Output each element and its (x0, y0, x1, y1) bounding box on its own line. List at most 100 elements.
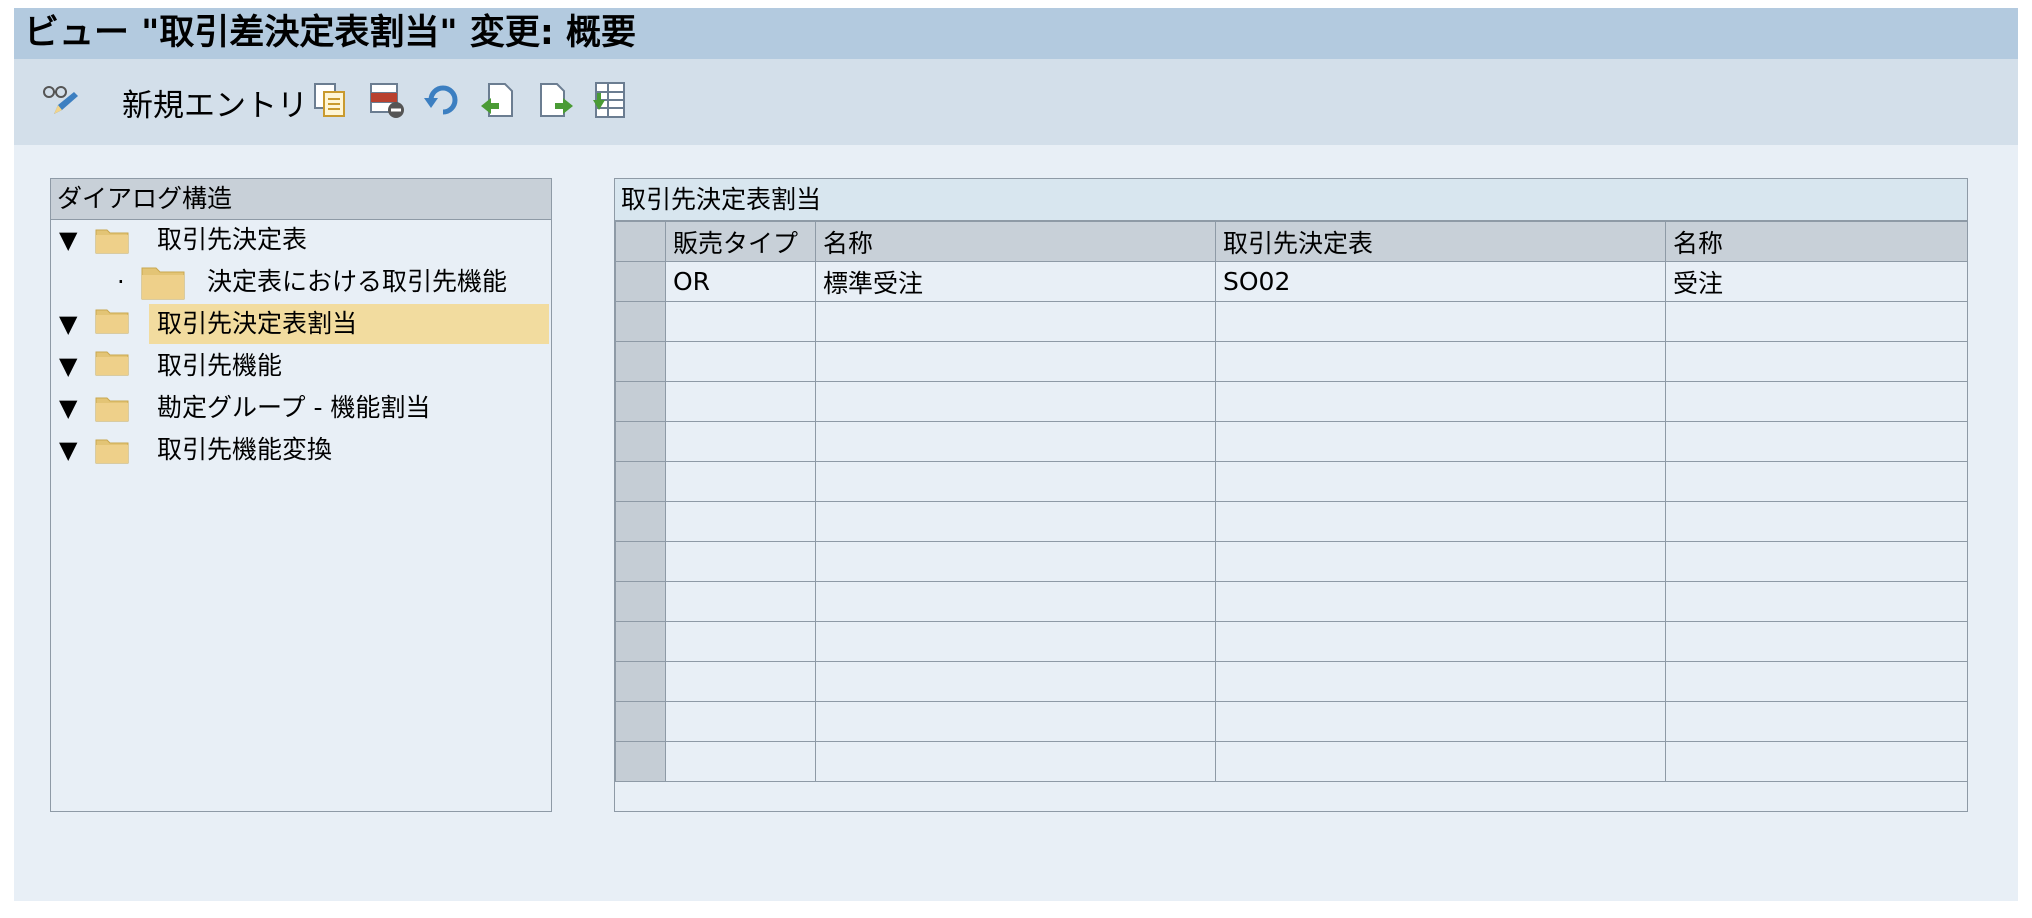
table-cell[interactable] (665, 661, 816, 702)
column-header[interactable]: 名称 (815, 221, 1216, 262)
table-row[interactable]: OR 標準受注 SO02 受注 (615, 261, 1968, 302)
row-selector[interactable] (615, 261, 666, 302)
table-cell[interactable] (1665, 701, 1968, 742)
table-cell[interactable] (1665, 541, 1968, 582)
table-cell[interactable] (1665, 581, 1968, 622)
tree-node[interactable]: ▼ 取引先機能変換 (51, 430, 551, 470)
row-selector[interactable] (615, 501, 666, 542)
tree-node[interactable]: · 決定表における取引先機能 (51, 262, 551, 302)
next-entry-icon[interactable] (534, 79, 576, 121)
table-row[interactable] (615, 621, 1968, 662)
table-cell[interactable] (1665, 301, 1968, 342)
table-cell[interactable] (665, 381, 816, 422)
table-row[interactable] (615, 701, 1968, 742)
tree-node-label[interactable]: 決定表における取引先機能 (199, 262, 519, 302)
table-cell[interactable] (1215, 501, 1666, 542)
table-cell[interactable] (665, 341, 816, 382)
row-selector[interactable] (615, 741, 666, 782)
table-row[interactable] (615, 301, 1968, 342)
table-cell[interactable] (1215, 621, 1666, 662)
row-selector[interactable] (615, 701, 666, 742)
table-cell[interactable] (815, 461, 1216, 502)
table-cell[interactable] (1665, 341, 1968, 382)
column-header[interactable]: 名称 (1665, 221, 1968, 262)
select-block-icon[interactable] (590, 79, 632, 121)
row-selector[interactable] (615, 341, 666, 382)
column-header[interactable]: 取引先決定表 (1215, 221, 1666, 262)
tree-node-label[interactable]: 勘定グループ - 機能割当 (149, 388, 442, 428)
table-cell[interactable] (815, 741, 1216, 782)
expand-arrow-icon[interactable]: ▼ (59, 392, 77, 424)
table-cell[interactable] (1215, 341, 1666, 382)
table-row[interactable] (615, 541, 1968, 582)
table-row[interactable] (615, 661, 1968, 702)
table-cell[interactable] (815, 701, 1216, 742)
table-cell[interactable] (1215, 581, 1666, 622)
table-row[interactable] (615, 461, 1968, 502)
table-cell[interactable] (1665, 741, 1968, 782)
display-change-icon[interactable] (40, 79, 80, 121)
tree-node-label[interactable]: 取引先機能 (149, 346, 294, 386)
table-cell[interactable] (815, 661, 1216, 702)
row-selector[interactable] (615, 301, 666, 342)
table-cell[interactable] (815, 621, 1216, 662)
table-cell[interactable] (665, 621, 816, 662)
table-cell[interactable] (1665, 421, 1968, 462)
tree-node-label[interactable]: 取引先決定表割当 (149, 304, 549, 344)
table-cell[interactable] (665, 421, 816, 462)
table-cell[interactable] (1215, 661, 1666, 702)
table-cell[interactable] (1665, 661, 1968, 702)
tree-node[interactable]: ▼ 取引先機能 (51, 346, 551, 386)
tree-node-label[interactable]: 取引先機能変換 (149, 430, 344, 470)
table-cell[interactable] (1215, 541, 1666, 582)
row-selector[interactable] (615, 541, 666, 582)
table-cell[interactable] (815, 501, 1216, 542)
table-cell[interactable] (815, 381, 1216, 422)
table-cell[interactable] (815, 541, 1216, 582)
row-selector[interactable] (615, 381, 666, 422)
table-row[interactable] (615, 421, 1968, 462)
tree-node[interactable]: ▼ 取引先決定表 (51, 220, 551, 260)
new-entries-button[interactable]: 新規エントリ (122, 86, 308, 126)
table-row[interactable] (615, 341, 1968, 382)
table-row[interactable] (615, 381, 1968, 422)
table-cell[interactable]: OR (665, 261, 816, 302)
table-cell[interactable] (665, 741, 816, 782)
table-cell[interactable] (1665, 501, 1968, 542)
table-cell[interactable] (1665, 461, 1968, 502)
select-all-cell[interactable] (615, 221, 666, 262)
table-cell[interactable] (1215, 301, 1666, 342)
table-cell[interactable] (815, 421, 1216, 462)
table-cell[interactable] (665, 501, 816, 542)
tree-node-selected[interactable]: ▼ 取引先決定表割当 (51, 304, 551, 344)
table-cell[interactable]: 受注 (1665, 261, 1968, 302)
expand-arrow-icon[interactable]: ▼ (59, 308, 77, 340)
table-cell[interactable] (1215, 741, 1666, 782)
table-cell[interactable] (815, 581, 1216, 622)
copy-icon[interactable] (310, 79, 350, 121)
table-cell[interactable] (665, 301, 816, 342)
table-cell[interactable] (665, 461, 816, 502)
table-cell[interactable] (1665, 621, 1968, 662)
row-selector[interactable] (615, 621, 666, 662)
table-cell[interactable] (665, 541, 816, 582)
row-selector[interactable] (615, 461, 666, 502)
table-cell[interactable] (1665, 381, 1968, 422)
delete-icon[interactable] (366, 79, 408, 121)
table-cell[interactable] (815, 301, 1216, 342)
tree-node-label[interactable]: 取引先決定表 (149, 220, 319, 260)
previous-entry-icon[interactable] (478, 79, 520, 121)
table-cell[interactable] (1215, 421, 1666, 462)
column-header[interactable]: 販売タイプ (665, 221, 816, 262)
row-selector[interactable] (615, 581, 666, 622)
table-row[interactable] (615, 741, 1968, 782)
table-cell[interactable] (815, 341, 1216, 382)
table-cell[interactable] (1215, 701, 1666, 742)
table-cell[interactable]: 標準受注 (815, 261, 1216, 302)
expand-arrow-icon[interactable]: ▼ (59, 224, 77, 256)
table-cell[interactable] (1215, 381, 1666, 422)
table-cell[interactable] (665, 701, 816, 742)
table-row[interactable] (615, 501, 1968, 542)
row-selector[interactable] (615, 421, 666, 462)
table-cell[interactable]: SO02 (1215, 261, 1666, 302)
